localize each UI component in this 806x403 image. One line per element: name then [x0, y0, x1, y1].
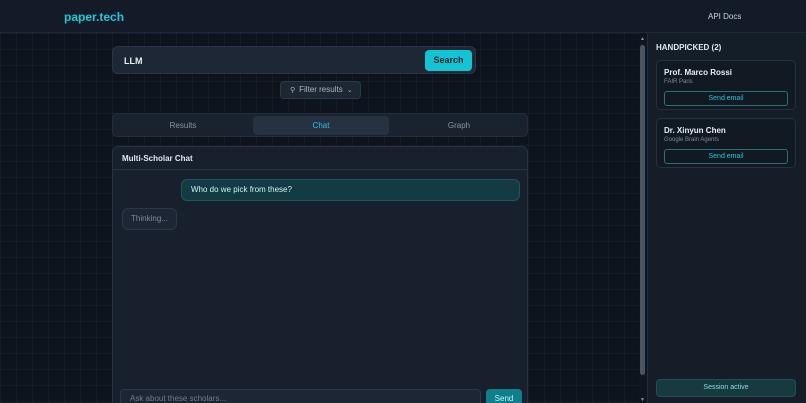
- scholar-card: Prof. Marco Rossi FAIR Paris Send email: [656, 60, 796, 110]
- tab-graph[interactable]: Graph: [391, 116, 527, 135]
- scholar-card: Dr. Xinyun Chen Google Brain Agents Send…: [656, 118, 796, 168]
- session-status-badge: Session active: [656, 379, 796, 397]
- top-navigation-bar: paper.tech API Docs: [0, 0, 806, 33]
- search-bar: LLM Search: [112, 46, 476, 74]
- handpicked-title: HANDPICKED (2): [656, 43, 722, 52]
- page-scrollbar[interactable]: ▲ ▼: [639, 36, 647, 403]
- app-logo[interactable]: paper.tech: [64, 10, 124, 24]
- api-docs-link[interactable]: API Docs: [708, 12, 741, 21]
- filter-label: Filter results: [299, 85, 343, 94]
- chevron-down-icon: ⌄: [346, 87, 353, 94]
- assistant-thinking-message: Thinking...: [122, 208, 177, 230]
- pin-icon: ⚲: [290, 87, 296, 94]
- search-input[interactable]: LLM: [124, 56, 143, 66]
- scholar-name: Dr. Xinyun Chen: [664, 126, 726, 135]
- scholar-name: Prof. Marco Rossi: [664, 68, 733, 77]
- scholar-org: FAIR Paris: [664, 79, 693, 85]
- tab-results[interactable]: Results: [115, 116, 251, 135]
- scroll-down-icon[interactable]: ▼: [640, 397, 645, 403]
- tab-chat[interactable]: Chat: [253, 116, 389, 135]
- scholar-org: Google Brain Agents: [664, 137, 720, 143]
- view-tabs: Results Chat Graph: [112, 113, 528, 137]
- send-email-button[interactable]: Send email: [664, 149, 788, 164]
- filter-results-button[interactable]: ⚲ Filter results ⌄: [280, 81, 361, 99]
- send-email-button[interactable]: Send email: [664, 91, 788, 106]
- user-message: Who do we pick from these?: [181, 179, 520, 201]
- send-button[interactable]: Send: [486, 389, 522, 403]
- handpicked-sidebar: HANDPICKED (2) Prof. Marco Rossi FAIR Pa…: [647, 33, 806, 403]
- chat-input[interactable]: Ask about these scholars...: [120, 389, 481, 403]
- search-button[interactable]: Search: [425, 50, 472, 71]
- scroll-thumb[interactable]: [640, 45, 645, 375]
- chat-title: Multi-Scholar Chat: [113, 147, 527, 170]
- chat-panel: Multi-Scholar Chat Who do we pick from t…: [112, 146, 528, 403]
- scroll-up-icon[interactable]: ▲: [640, 36, 645, 42]
